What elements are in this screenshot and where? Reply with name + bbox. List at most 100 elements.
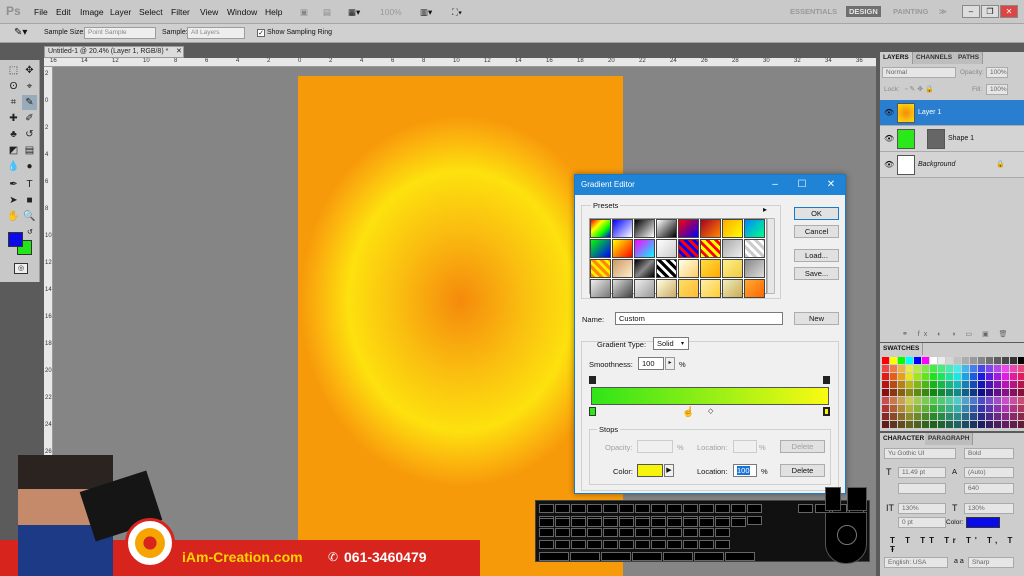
menu-layer[interactable]: Layer	[110, 7, 131, 17]
layer-row-shape1[interactable]: 👁 Shape 1	[880, 126, 1024, 152]
baseline-field[interactable]: 0 pt	[898, 517, 946, 528]
tab-swatches[interactable]: SWATCHES	[880, 343, 924, 355]
swatch[interactable]	[914, 373, 921, 380]
gradient-preset[interactable]	[612, 219, 633, 238]
swatch[interactable]	[930, 381, 937, 388]
font-style-select[interactable]: Bold	[964, 448, 1014, 459]
swatch[interactable]	[882, 421, 889, 428]
gradient-preset[interactable]	[700, 219, 721, 238]
swatch[interactable]	[962, 373, 969, 380]
horizontal-scale-field[interactable]: 130%	[964, 503, 1014, 514]
gradient-preset[interactable]	[700, 259, 721, 278]
type-tool-icon[interactable]: T	[22, 177, 37, 192]
swatch[interactable]	[1010, 357, 1017, 364]
swatch[interactable]	[914, 357, 921, 364]
swatch[interactable]	[922, 389, 929, 396]
swatch[interactable]	[962, 357, 969, 364]
swatch[interactable]	[890, 405, 897, 412]
gradient-preset[interactable]	[700, 279, 721, 298]
swatch[interactable]	[922, 405, 929, 412]
gradient-preset[interactable]	[744, 219, 765, 238]
swatch[interactable]	[954, 357, 961, 364]
swatch[interactable]	[1002, 421, 1009, 428]
swatch[interactable]	[922, 365, 929, 372]
swatch[interactable]	[994, 405, 1001, 412]
type-style-buttons[interactable]: T T TT Tr T' T, T Ŧ	[890, 536, 1024, 554]
gradient-preset[interactable]	[678, 219, 699, 238]
gradient-preset[interactable]	[722, 259, 743, 278]
opacity-stop-left[interactable]	[589, 376, 596, 384]
delete-color-stop-button[interactable]: Delete	[780, 464, 825, 477]
swatch[interactable]	[978, 365, 985, 372]
swatch[interactable]	[986, 413, 993, 420]
swatch[interactable]	[962, 413, 969, 420]
swatch[interactable]	[970, 389, 977, 396]
gradient-preset[interactable]	[612, 239, 633, 258]
swatch[interactable]	[898, 405, 905, 412]
swatch[interactable]	[898, 373, 905, 380]
workspace-essentials[interactable]: ESSENTIALS	[787, 6, 840, 17]
sample-size-select[interactable]: Point Sample	[84, 27, 156, 39]
gradient-preset[interactable]	[612, 259, 633, 278]
swatch[interactable]	[1018, 405, 1024, 412]
menu-file[interactable]: File	[34, 7, 48, 17]
swatch[interactable]	[954, 421, 961, 428]
swatch[interactable]	[930, 421, 937, 428]
swatch[interactable]	[954, 389, 961, 396]
layer-actions-icons[interactable]: ⚭ fx ◐ ◑ ▭ ▣ 🗑	[902, 330, 1012, 338]
brush-tool-icon[interactable]: ✐	[22, 111, 37, 126]
tab-paths[interactable]: PATHS	[955, 52, 984, 64]
swatch[interactable]	[898, 357, 905, 364]
swatch[interactable]	[890, 397, 897, 404]
swatch[interactable]	[986, 365, 993, 372]
swatch[interactable]	[978, 389, 985, 396]
history-brush-icon[interactable]: ↺	[22, 127, 37, 142]
layer-row-layer1[interactable]: 👁 Layer 1	[880, 100, 1024, 126]
swatch[interactable]	[914, 389, 921, 396]
gradient-preset[interactable]	[678, 279, 699, 298]
gradient-preview-bar[interactable]	[591, 387, 829, 405]
pen-tool-icon[interactable]: ✒	[6, 177, 21, 192]
swatch[interactable]	[938, 397, 945, 404]
swatch[interactable]	[946, 421, 953, 428]
workspace-painting[interactable]: PAINTING	[890, 6, 931, 17]
swatch[interactable]	[938, 405, 945, 412]
swatch[interactable]	[970, 421, 977, 428]
language-select[interactable]: English: USA	[884, 557, 948, 568]
swatch[interactable]	[978, 413, 985, 420]
gradient-preset[interactable]	[678, 239, 699, 258]
swatch[interactable]	[946, 373, 953, 380]
swatch[interactable]	[938, 413, 945, 420]
swatch[interactable]	[906, 389, 913, 396]
blend-mode-select[interactable]: Normal	[882, 67, 956, 78]
swatch[interactable]	[978, 357, 985, 364]
swatch[interactable]	[954, 397, 961, 404]
gradient-preset[interactable]	[656, 259, 677, 278]
swatch[interactable]	[946, 365, 953, 372]
swatch[interactable]	[994, 357, 1001, 364]
zoom-level[interactable]: 100%	[380, 7, 402, 17]
gradient-preset[interactable]	[722, 239, 743, 258]
gradient-preset[interactable]	[744, 279, 765, 298]
swatch[interactable]	[1018, 365, 1024, 372]
shape-tool-icon[interactable]: ■	[22, 193, 37, 208]
gradient-preset[interactable]	[722, 279, 743, 298]
swatch[interactable]	[994, 413, 1001, 420]
swatch[interactable]	[898, 381, 905, 388]
presets-menu-icon[interactable]: ▸	[763, 205, 767, 214]
minimize-icon[interactable]: –	[765, 177, 785, 193]
swatch[interactable]	[986, 421, 993, 428]
swatch[interactable]	[882, 413, 889, 420]
workspace-more[interactable]: ≫	[936, 6, 950, 17]
swatch[interactable]	[1002, 373, 1009, 380]
kerning-field[interactable]	[898, 483, 946, 494]
swatch[interactable]	[970, 373, 977, 380]
move-tool-icon[interactable]: ✥	[22, 63, 37, 78]
swatch[interactable]	[978, 381, 985, 388]
layer-row-background[interactable]: 👁 Background 🔒	[880, 152, 1024, 178]
save-button[interactable]: Save...	[794, 267, 839, 280]
font-family-select[interactable]: Yu Gothic UI	[884, 448, 956, 459]
swatch[interactable]	[922, 381, 929, 388]
swatch[interactable]	[1002, 381, 1009, 388]
swatch[interactable]	[938, 373, 945, 380]
